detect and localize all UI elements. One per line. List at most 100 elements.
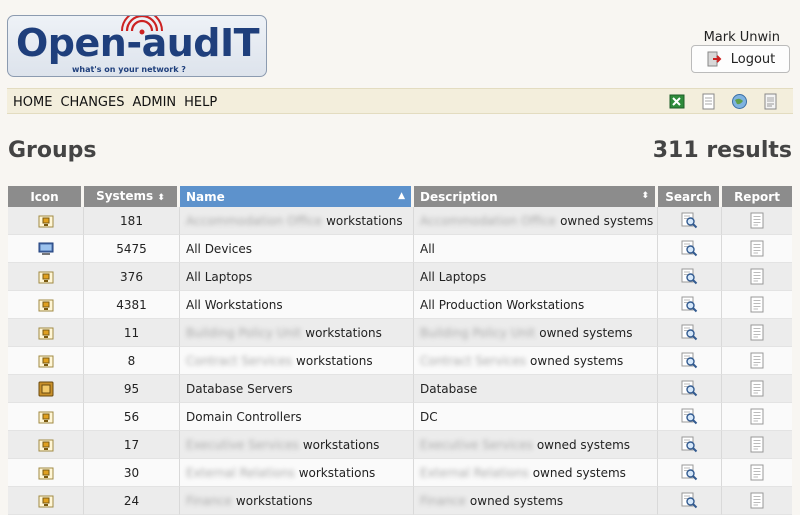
group-icon-cell	[8, 431, 84, 459]
group-name-text: Domain Controllers	[186, 409, 302, 424]
group-name-text: workstations	[302, 437, 380, 452]
group-name[interactable]: Contract Services workstations	[180, 347, 414, 375]
logo-text: Open-audIT	[16, 21, 260, 65]
search-icon[interactable]	[681, 268, 698, 285]
logo-tagline: what's on your network ?	[72, 65, 186, 74]
group-name[interactable]: Executive Services workstations	[180, 431, 414, 459]
printer-export-icon[interactable]	[762, 93, 779, 110]
report-icon[interactable]	[749, 268, 766, 285]
systems-count[interactable]: 11	[84, 319, 180, 347]
menu-help[interactable]: HELP	[184, 95, 217, 110]
group-description: Building Policy Unit owned systems	[414, 319, 658, 347]
column-header-description[interactable]: Description ⬍	[414, 186, 658, 207]
search-icon[interactable]	[681, 324, 698, 341]
group-name[interactable]: Database Servers	[180, 375, 414, 403]
group-name[interactable]: Domain Controllers	[180, 403, 414, 431]
report-icon[interactable]	[749, 464, 766, 481]
group-name[interactable]: All Laptops	[180, 263, 414, 291]
column-header-name[interactable]: Name ▲	[180, 186, 414, 207]
group-name-text: workstations	[298, 465, 376, 480]
document-export-icon[interactable]	[700, 93, 717, 110]
report-icon[interactable]	[749, 324, 766, 341]
column-header-systems[interactable]: Systems ⬍	[84, 186, 180, 207]
page-title: Groups	[8, 138, 97, 163]
redacted-name-prefix: Executive Services	[186, 437, 299, 452]
logout-button[interactable]: Logout	[691, 45, 790, 73]
workstation-group-icon	[38, 213, 54, 229]
group-name[interactable]: All Workstations	[180, 291, 414, 319]
web-export-icon[interactable]	[731, 93, 748, 110]
report-icon[interactable]	[749, 436, 766, 453]
systems-count[interactable]: 56	[84, 403, 180, 431]
redacted-description-prefix: Finance	[420, 493, 466, 508]
excel-export-icon[interactable]	[669, 93, 686, 110]
report-icon[interactable]	[749, 492, 766, 509]
systems-count[interactable]: 17	[84, 431, 180, 459]
group-name-text: All Laptops	[186, 269, 253, 284]
group-name[interactable]: Finance workstations	[180, 487, 414, 515]
systems-count[interactable]: 95	[84, 375, 180, 403]
workstation-group-icon	[38, 353, 54, 369]
group-icon-cell	[8, 375, 84, 403]
report-icon[interactable]	[749, 380, 766, 397]
group-description-text: DC	[420, 409, 438, 424]
menu-home[interactable]: HOME	[13, 95, 52, 110]
search-icon[interactable]	[681, 212, 698, 229]
search-icon[interactable]	[681, 436, 698, 453]
report-icon[interactable]	[749, 240, 766, 257]
menu-changes[interactable]: CHANGES	[60, 95, 124, 110]
search-icon[interactable]	[681, 492, 698, 509]
report-cell	[722, 207, 792, 235]
systems-count[interactable]: 30	[84, 459, 180, 487]
systems-count[interactable]: 8	[84, 347, 180, 375]
group-icon-cell	[8, 263, 84, 291]
systems-count[interactable]: 5475	[84, 235, 180, 263]
group-name-text: All Workstations	[186, 297, 283, 312]
systems-count[interactable]: 24	[84, 487, 180, 515]
search-icon[interactable]	[681, 296, 698, 313]
search-icon[interactable]	[681, 240, 698, 257]
app-logo[interactable]: Open-audIT what's on your network ?	[7, 15, 267, 77]
report-cell	[722, 319, 792, 347]
group-name[interactable]: Accommodation Office workstations	[180, 207, 414, 235]
group-description: External Relations owned systems	[414, 459, 658, 487]
computer-icon	[38, 241, 54, 257]
report-icon[interactable]	[749, 296, 766, 313]
group-name[interactable]: Building Policy Unit workstations	[180, 319, 414, 347]
table-row: 24 Finance workstations Finance owned system…	[8, 487, 792, 515]
report-cell	[722, 235, 792, 263]
group-name[interactable]: All Devices	[180, 235, 414, 263]
search-icon[interactable]	[681, 464, 698, 481]
report-icon[interactable]	[749, 408, 766, 425]
search-icon[interactable]	[681, 352, 698, 369]
systems-count[interactable]: 4381	[84, 291, 180, 319]
column-header-search[interactable]: Search	[658, 186, 722, 207]
group-description-text: owned systems	[536, 437, 631, 452]
search-cell	[658, 207, 722, 235]
search-cell	[658, 403, 722, 431]
report-icon[interactable]	[749, 352, 766, 369]
table-row: 95 Database Servers Database	[8, 375, 792, 403]
redacted-description-prefix: External Relations	[420, 465, 529, 480]
table-row: 30 External Relations workstations External…	[8, 459, 792, 487]
group-icon-cell	[8, 207, 84, 235]
report-icon[interactable]	[749, 212, 766, 229]
export-toolbar	[669, 93, 779, 110]
table-row: 5475 All Devices All	[8, 235, 792, 263]
table-header-row: Icon Systems ⬍ Name ▲ Description ⬍ Search…	[8, 186, 792, 207]
menu-admin[interactable]: ADMIN	[132, 95, 176, 110]
workstation-group-icon	[38, 269, 54, 285]
search-icon[interactable]	[681, 380, 698, 397]
group-name[interactable]: External Relations workstations	[180, 459, 414, 487]
systems-count[interactable]: 376	[84, 263, 180, 291]
search-icon[interactable]	[681, 408, 698, 425]
column-header-report[interactable]: Report	[722, 186, 792, 207]
table-row: 8 Contract Services workstations Contract S…	[8, 347, 792, 375]
report-cell	[722, 487, 792, 515]
report-cell	[722, 431, 792, 459]
search-cell	[658, 291, 722, 319]
current-user-name: Mark Unwin	[703, 30, 780, 45]
systems-count[interactable]: 181	[84, 207, 180, 235]
report-cell	[722, 263, 792, 291]
group-description: All	[414, 235, 658, 263]
